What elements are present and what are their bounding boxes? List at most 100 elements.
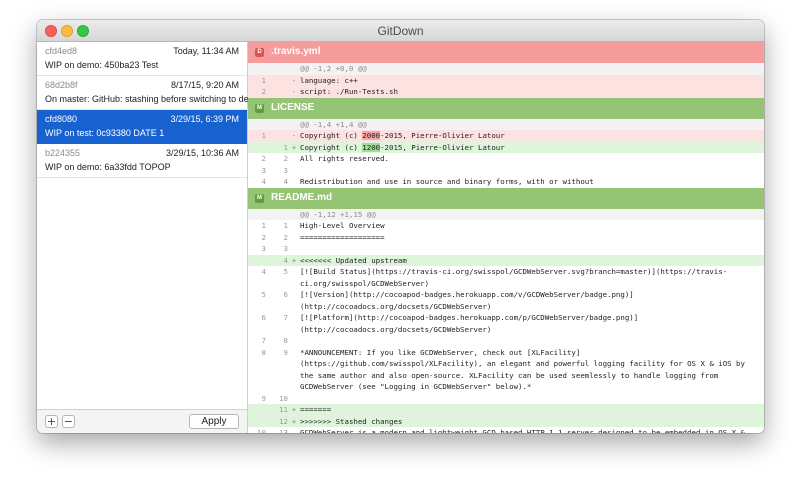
- diff-line: 6 7 [![Platform](http://cocoapod-badges.he…: [248, 312, 764, 335]
- new-line-number: 3: [283, 165, 288, 175]
- changed-text: 1200: [362, 142, 381, 152]
- diff-marker: [288, 347, 300, 393]
- new-line-number: [266, 63, 288, 75]
- line-text: [![Build Status](https://travis-ci.org/s…: [300, 267, 728, 288]
- old-line-number: [248, 404, 266, 416]
- diff-line: 4 + <<<<<<< Updated upstream: [248, 254, 764, 267]
- diff-marker: -: [291, 75, 297, 85]
- hunk-header: @@ -1,2 +0,0 @@: [248, 63, 764, 75]
- line-text: [300, 335, 764, 347]
- new-line-number: 6: [283, 290, 288, 299]
- diff-marker: [288, 232, 300, 244]
- remove-button[interactable]: −: [62, 415, 75, 428]
- new-line-number: [266, 75, 288, 87]
- commit-row[interactable]: 68d2b8f 8/17/15, 9:20 AM On master: GitHub…: [37, 76, 261, 110]
- line-text: GCDWebServer is a modern and lightweight…: [300, 428, 745, 433]
- commit-date: 8/17/15, 9:20 AM: [170, 80, 239, 90]
- commit-row[interactable]: cfd4ed8 Today, 11:34 AM WIP on demo: 450ba…: [37, 42, 247, 76]
- commit-row[interactable]: cfd8080 3/29/15, 6:39 PM WIP on test: 0c93…: [37, 110, 247, 144]
- line-text: [![Platform](http://cocoapod-badges.hero…: [300, 313, 639, 334]
- diff-marker: +: [291, 255, 297, 265]
- line-text-before: Copyright (c): [300, 142, 363, 152]
- diff-marker: [288, 176, 300, 188]
- line-text: Copyright (c) 2000-2015, Pierre-Olivier …: [300, 130, 764, 142]
- commit-message: WIP on demo: 6a33fdd TOPOP: [45, 162, 171, 172]
- sidebar-footer: + − Apply: [37, 409, 247, 433]
- file-name: README.md: [271, 191, 333, 203]
- diff-marker: [288, 63, 300, 75]
- old-line-number: 1: [261, 221, 266, 230]
- diff-marker: [288, 220, 300, 232]
- diff-line: 5 6 [![Version](http://cocoapod-badges.her…: [248, 289, 764, 312]
- line-text: [300, 393, 764, 405]
- file-header[interactable]: M README.md: [248, 187, 764, 209]
- old-line-number: 7: [261, 336, 266, 345]
- new-line-number: 10: [279, 393, 288, 403]
- line-text: All rights reserved.: [300, 154, 389, 163]
- diff-marker: [288, 393, 300, 405]
- line-text: ===================: [300, 232, 385, 242]
- app-window: GitDown cfd4ed8 Today, 11:34 AM WIP on dem…: [37, 20, 764, 433]
- diff-line: 1 - Copyright (c) 2000-2015, Pierre-Olivie…: [248, 130, 764, 142]
- line-text: [![Version](http://cocoapod-badges.herok…: [300, 290, 634, 311]
- hunk-header: @@ -1,4 +1,4 @@: [248, 118, 764, 131]
- file-header[interactable]: D .travis.yml: [248, 42, 764, 63]
- new-line-number: 3: [283, 244, 288, 253]
- commit-date: Today, 11:34 AM: [173, 46, 239, 56]
- diff-marker: [288, 335, 300, 347]
- diff-marker: [288, 289, 300, 312]
- old-line-number: [248, 63, 266, 75]
- new-line-number: 4: [283, 177, 288, 186]
- new-line-number: [266, 130, 288, 142]
- old-line-number: 2: [261, 232, 266, 242]
- old-line-number: 2: [261, 87, 266, 96]
- new-line-number: 2: [283, 232, 288, 242]
- diff-marker: [288, 266, 300, 289]
- old-line-number: 6: [261, 313, 266, 322]
- line-text: Copyright (c) 1200-2015, Pierre-Olivier …: [300, 142, 764, 154]
- diff-line: 2 2 ===================: [248, 231, 764, 244]
- new-line-number: 11: [279, 405, 288, 414]
- old-line-number: [248, 209, 266, 221]
- diff-marker: [288, 153, 300, 165]
- window-title: GitDown: [377, 24, 424, 38]
- commit-row[interactable]: b224355 3/29/15, 10:36 AM WIP on demo: 6a3…: [37, 144, 247, 178]
- line-text: Redistribution and use in source and bin…: [300, 177, 594, 186]
- file-header[interactable]: M LICENSE: [248, 97, 764, 119]
- diff-line: 9 10: [248, 392, 764, 405]
- new-line-number: 8: [283, 336, 288, 345]
- commit-message: On master: GitHub: stashing before switc…: [45, 94, 262, 104]
- line-text: @@ -1,2 +0,0 @@: [300, 64, 367, 73]
- line-text: [300, 243, 764, 255]
- new-line-number: 5: [283, 267, 288, 276]
- old-line-number: [248, 255, 266, 267]
- new-line-number: [266, 119, 288, 131]
- diff-view[interactable]: D .travis.yml @@ -1,2 +0,0 @@ 1- language: c…: [248, 42, 764, 433]
- file-status-badge: M: [255, 103, 264, 113]
- file-name: LICENSE: [271, 101, 315, 113]
- diff-line: 4 5 [![Build Status](https://travis-ci.org…: [248, 266, 764, 289]
- commit-sha: cfd4ed8: [45, 46, 78, 56]
- line-text: >>>>>>> Stashed changes: [300, 416, 403, 426]
- line-text: *ANNOUNCEMENT: If you like GCDWebServer,…: [300, 347, 750, 392]
- add-button[interactable]: +: [45, 415, 58, 428]
- diff-marker: +: [291, 416, 297, 426]
- new-line-number: 13: [279, 428, 288, 433]
- diff-marker: [288, 209, 300, 221]
- changed-text: 2000: [362, 131, 381, 140]
- old-line-number: 10: [257, 428, 266, 433]
- diff-line: 10 13 GCDWebServer is a modern and lightwe…: [248, 427, 764, 433]
- old-line-number: 1: [261, 75, 266, 85]
- old-line-number: 9: [261, 393, 266, 403]
- new-line-number: [266, 86, 288, 98]
- apply-button[interactable]: Apply: [189, 414, 239, 429]
- diff-marker: [288, 165, 300, 177]
- diff-line: 4 4 Redistribution and use in source and b…: [248, 176, 764, 188]
- new-line-number: 1: [283, 142, 288, 152]
- old-line-number: 1: [261, 131, 266, 140]
- line-text: script: ./Run-Tests.sh: [300, 87, 398, 96]
- diff-marker: [288, 427, 300, 433]
- new-line-number: 9: [283, 347, 288, 357]
- new-line-number: [266, 209, 288, 221]
- hunk-header: @@ -1,12 +1,15 @@: [248, 208, 764, 221]
